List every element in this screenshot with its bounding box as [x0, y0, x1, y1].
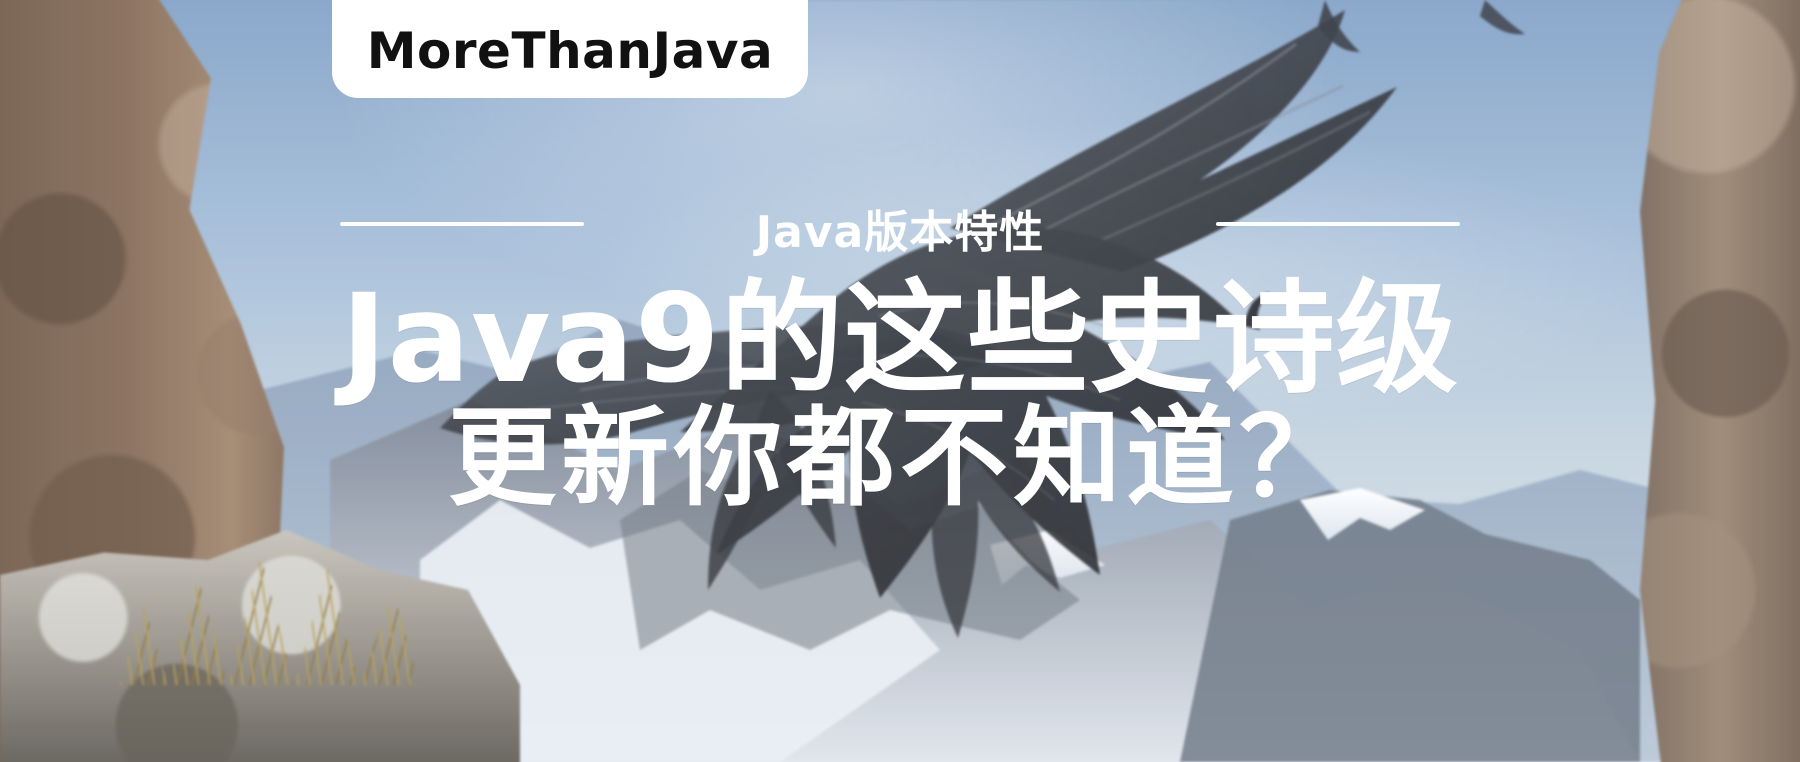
article-cover-banner: MoreThanJava Java版本特性 Java9的这些史诗级 更新你都不知… [0, 0, 1800, 762]
headline-line-1: Java9的这些史诗级 [341, 268, 1459, 410]
brand-label: MoreThanJava [366, 22, 774, 80]
subtitle-label: Java版本特性 [755, 207, 1045, 258]
subtitle-left-rule [340, 222, 584, 226]
headline-line-2: 更新你都不知道？ [447, 395, 1352, 521]
headline: Java9的这些史诗级 更新你都不知道？ [330, 276, 1470, 515]
subtitle-row: Java版本特性 [340, 192, 1460, 258]
subtitle-right-rule [1216, 222, 1460, 226]
brand-badge: MoreThanJava [332, 0, 808, 98]
